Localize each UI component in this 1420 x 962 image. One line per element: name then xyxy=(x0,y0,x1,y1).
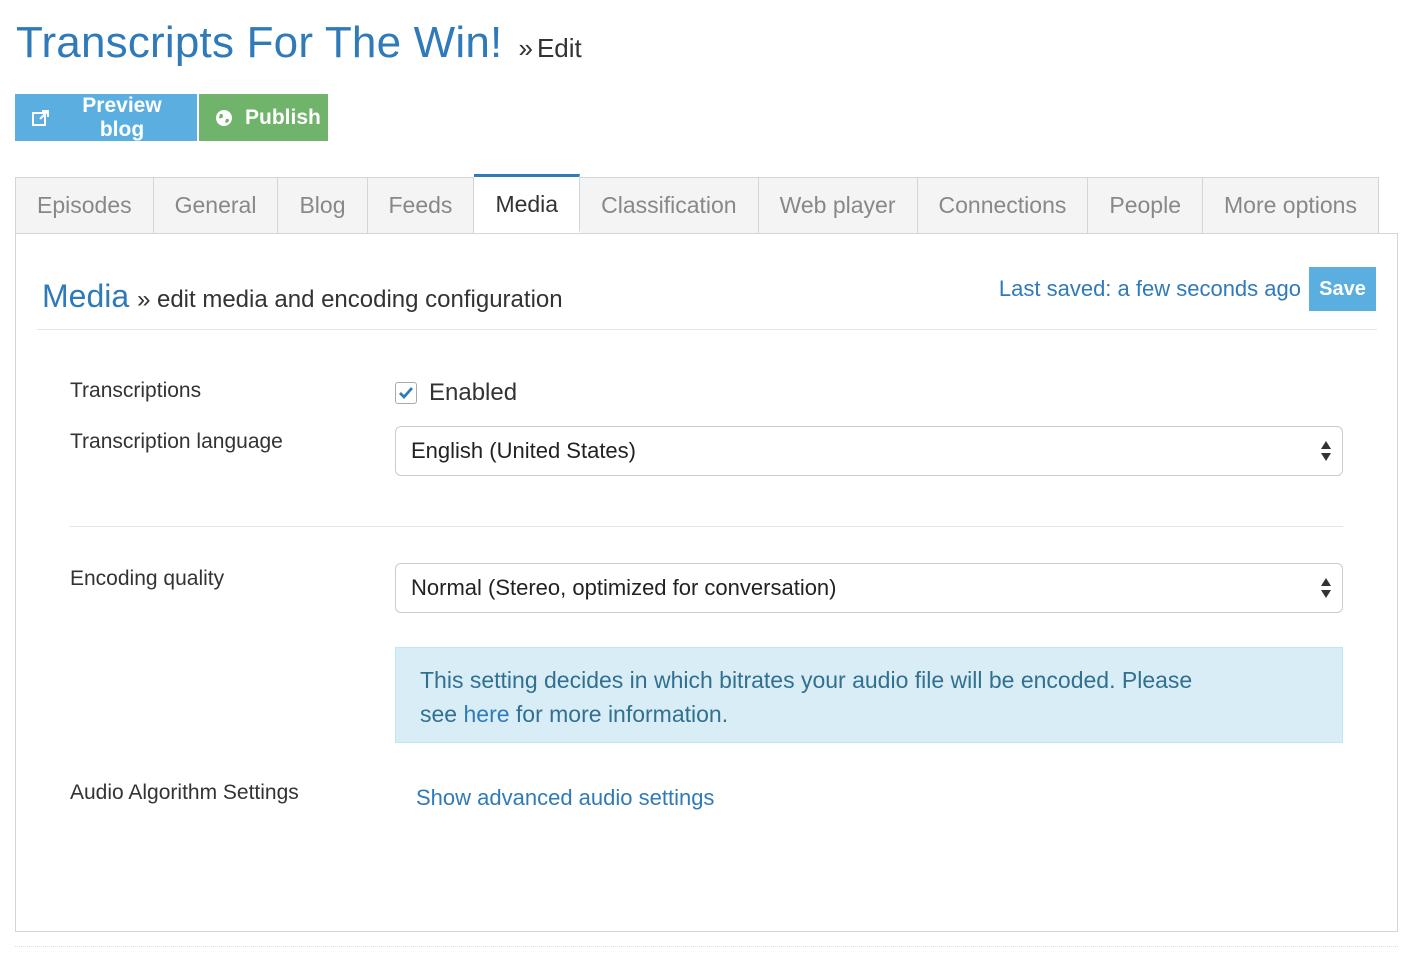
select-arrows-icon xyxy=(1320,440,1332,467)
tab-feeds[interactable]: Feeds xyxy=(367,177,475,234)
checkmark-icon xyxy=(399,387,414,400)
breadcrumb-edit: Edit xyxy=(536,33,582,63)
select-arrows-icon xyxy=(1320,577,1332,604)
breadcrumb-separator: » xyxy=(518,33,533,63)
section-title: Media » edit media and encoding configura… xyxy=(42,278,563,315)
tab-connections[interactable]: Connections xyxy=(917,177,1089,234)
divider xyxy=(70,526,1343,527)
external-link-icon xyxy=(31,108,51,128)
info-text-see: see xyxy=(420,701,458,727)
publish-label: Publish xyxy=(245,105,321,129)
tab-media[interactable]: Media xyxy=(474,174,581,232)
page-title: Transcripts For The Win! xyxy=(16,18,503,67)
media-panel: Media » edit media and encoding configura… xyxy=(15,233,1398,932)
publish-button[interactable]: Publish xyxy=(199,94,328,141)
audio-algorithm-label: Audio Algorithm Settings xyxy=(70,781,299,804)
page: Transcripts For The Win!» Edit Preview bl… xyxy=(0,0,1420,962)
globe-icon xyxy=(215,109,233,127)
save-status: Last saved: a few seconds ago Save xyxy=(999,267,1376,311)
transcriptions-checkbox-label[interactable]: Enabled xyxy=(429,379,517,407)
tab-episodes[interactable]: Episodes xyxy=(15,177,154,234)
info-text-line-1: This setting decides in which bitrates y… xyxy=(420,667,1193,693)
encoding-quality-select[interactable]: Normal (Stereo, optimized for conversati… xyxy=(395,563,1343,613)
section-description: edit media and encoding configuration xyxy=(156,286,563,313)
encoding-info-box: This setting decides in which bitrates y… xyxy=(395,647,1343,743)
info-text-line-2: see here for more information. xyxy=(420,697,1318,731)
transcriptions-label: Transcriptions xyxy=(70,379,202,402)
encoding-quality-value: Normal (Stereo, optimized for conversati… xyxy=(411,575,837,600)
tab-general[interactable]: General xyxy=(153,177,279,234)
preview-blog-button[interactable]: Preview blog xyxy=(15,94,197,141)
page-header: Transcripts For The Win! » Edit xyxy=(16,18,582,68)
show-advanced-audio-link[interactable]: Show advanced audio settings xyxy=(416,785,714,811)
section-separator: » xyxy=(137,286,151,313)
transcription-language-select[interactable]: English (United States) xyxy=(395,426,1343,476)
section-name: Media xyxy=(42,278,130,314)
transcriptions-checkbox[interactable] xyxy=(395,382,417,404)
info-here-link[interactable]: here xyxy=(463,701,509,727)
info-text-more: for more information. xyxy=(515,701,729,727)
last-saved-text: Last saved: a few seconds ago xyxy=(998,276,1301,301)
footer-divider xyxy=(15,946,1398,947)
tab-classification[interactable]: Classification xyxy=(580,177,759,234)
tab-blog[interactable]: Blog xyxy=(278,177,368,234)
action-bar: Preview blog Publish xyxy=(15,94,328,141)
tab-people[interactable]: People xyxy=(1088,177,1203,234)
transcription-language-label: Transcription language xyxy=(70,430,283,453)
preview-blog-label: Preview blog xyxy=(82,93,162,141)
transcriptions-enabled: Enabled xyxy=(395,379,517,407)
tab-bar: Episodes General Blog Feeds Media Classi… xyxy=(15,174,1379,234)
tab-more-options[interactable]: More options xyxy=(1203,177,1379,234)
save-button[interactable]: Save xyxy=(1309,267,1376,311)
transcription-language-value: English (United States) xyxy=(411,438,636,463)
tab-web-player[interactable]: Web player xyxy=(758,177,918,234)
divider xyxy=(37,329,1377,330)
encoding-quality-label: Encoding quality xyxy=(70,567,225,590)
